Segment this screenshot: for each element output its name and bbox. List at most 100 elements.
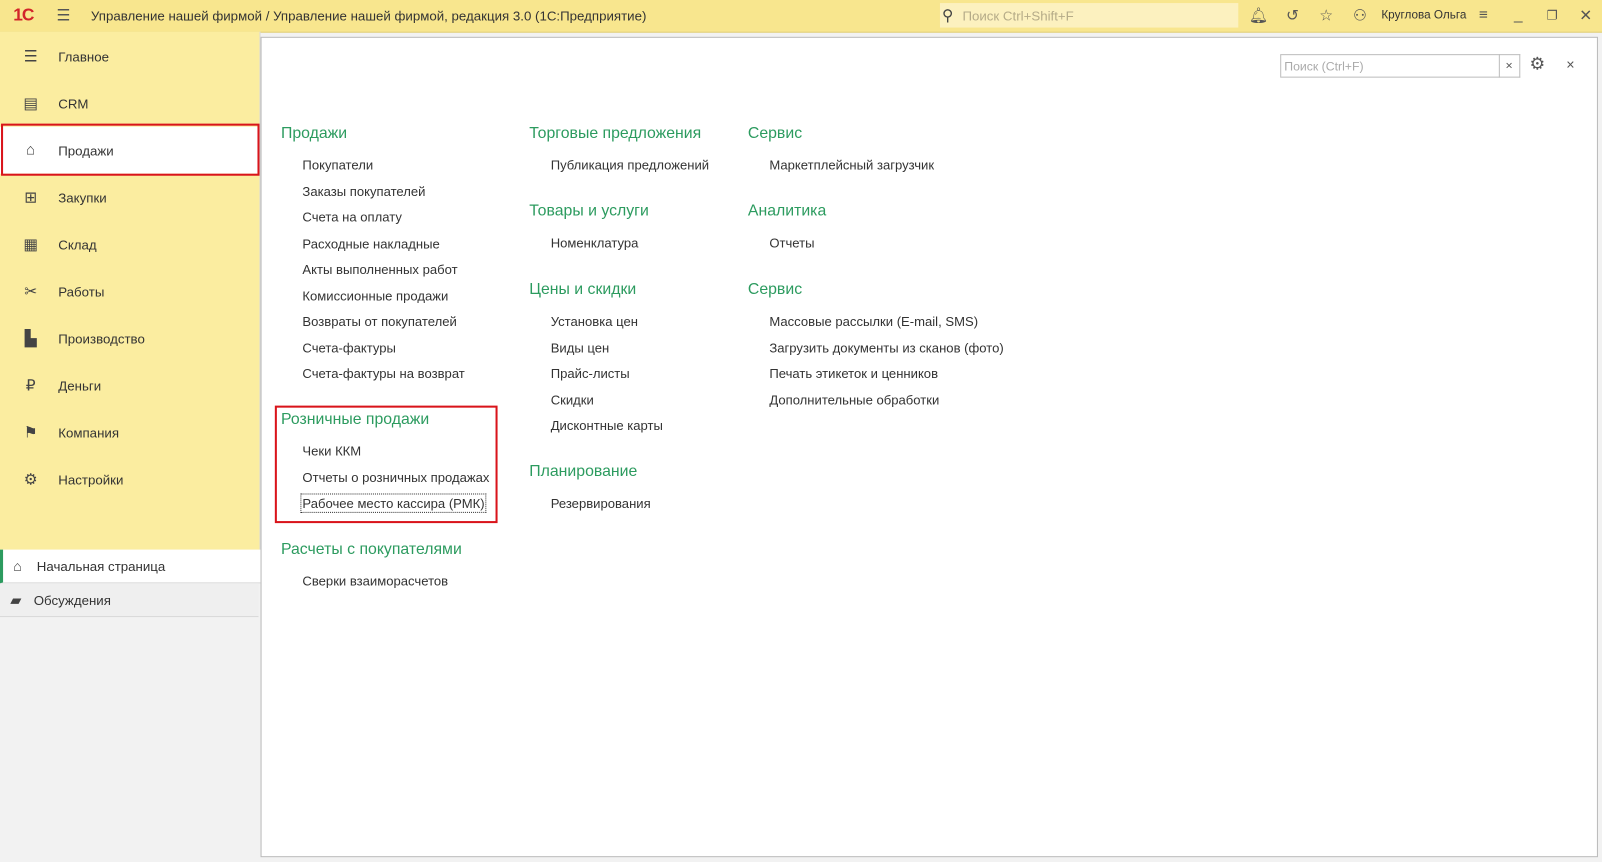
nav-label: Начальная страница	[36, 558, 166, 575]
highlight-frame-sales	[1, 123, 260, 176]
group-link[interactable]: Массовые рассылки (E-mail, SMS)	[748, 309, 1005, 335]
search-icon: ⚲	[942, 7, 954, 25]
group-link[interactable]: Заказы покупателей	[281, 178, 466, 204]
window-title: Управление нашей фирмой / Управление наш…	[90, 8, 647, 24]
group-link-label: Дополнительные обработки	[769, 391, 940, 408]
group-link[interactable]: Прайс-листы	[529, 361, 664, 387]
group-link[interactable]: Печать этикеток и ценников	[748, 361, 1005, 387]
crm-icon: ▤	[23, 95, 38, 113]
group-link-label: Номенклатура	[550, 234, 639, 251]
group-link[interactable]: Загрузить документы из сканов (фото)	[748, 335, 1005, 361]
group-link-label: Покупатели	[302, 157, 374, 173]
star-icon[interactable]: ☆	[1315, 6, 1337, 24]
group-link[interactable]: Счета-фактуры	[281, 335, 466, 361]
1c-logo[interactable]: 1С	[13, 5, 34, 25]
global-search-placeholder: Поиск Ctrl+Shift+F	[962, 8, 1074, 24]
nav-home[interactable]: ⌂ Начальная страница	[0, 549, 262, 584]
sidebar-item-crm[interactable]: ▤ CRM	[0, 80, 260, 127]
clear-search-button[interactable]: ×	[1498, 54, 1521, 78]
group-link[interactable]: Счета-фактуры на возврат	[281, 361, 466, 387]
highlight-frame-retail	[274, 405, 498, 524]
group-title: Торговые предложения	[529, 124, 702, 143]
group-link-label: Расходные накладные	[302, 235, 440, 251]
money-icon: ₽	[25, 377, 36, 395]
company-icon: ⚑	[23, 424, 38, 442]
restore-icon[interactable]: ❐	[1541, 8, 1563, 22]
history-icon[interactable]: ↺	[1281, 6, 1303, 24]
group-6: Планирование Резервирования	[529, 463, 651, 517]
sidebar-item-company[interactable]: ⚑ Компания	[0, 409, 260, 456]
sidebar-item-label: Работы	[58, 284, 105, 300]
sidebar-item-main[interactable]: ☰ Главное	[0, 33, 260, 80]
group-link-label: Акты выполненных работ	[302, 261, 458, 277]
group-4: Товары и услуги Номенклатура	[529, 202, 649, 256]
group-link[interactable]: Расходные накладные	[281, 230, 466, 256]
global-search-input[interactable]: ⚲ Поиск Ctrl+Shift+F	[939, 3, 1239, 28]
discussions-icon: ▰	[10, 591, 22, 608]
group-link[interactable]: Резервирования	[529, 490, 651, 516]
group-link[interactable]: Комиссионные продажи	[281, 283, 466, 309]
sidebar-item-label: CRM	[58, 96, 89, 112]
group-link-label: Маркетплейсный загрузчик	[769, 157, 935, 173]
group-link-label: Возвраты от покупателей	[302, 313, 457, 329]
sidebar-item-purchases[interactable]: ⊞ Закупки	[0, 174, 260, 221]
group-link-label: Массовые рассылки (E-mail, SMS)	[769, 313, 979, 329]
sidebar-item-label: Компания	[58, 425, 120, 441]
group-0: Продажи Покупатели Заказы покупателей Счета…	[281, 125, 466, 387]
group-link-label: Дисконтные карты	[550, 417, 663, 434]
group-link[interactable]: Номенклатура	[529, 230, 649, 256]
group-link[interactable]: Маркетплейсный загрузчик	[748, 152, 935, 178]
group-title: Сервис	[747, 280, 803, 299]
group-8: Аналитика Отчеты	[748, 202, 826, 256]
group-link[interactable]: Виды цен	[529, 335, 664, 361]
group-title: Расчеты с покупателями	[280, 540, 462, 558]
sidebar-item-label: Закупки	[58, 190, 107, 206]
group-link-label: Сверки взаиморасчетов	[302, 573, 449, 589]
group-link[interactable]: Скидки	[529, 387, 664, 413]
group-link[interactable]: Дополнительные обработки	[748, 387, 1005, 413]
sidebar-item-works[interactable]: ✂ Работы	[0, 268, 260, 315]
group-link-label: Виды цен	[550, 339, 610, 356]
group-title: Товары и услуги	[529, 202, 649, 220]
group-link-label: Загрузить документы из сканов (фото)	[769, 339, 1004, 356]
gear-icon[interactable]: ⚙	[1529, 54, 1545, 74]
sidebar-item-settings[interactable]: ⚙ Настройки	[0, 456, 260, 503]
group-link[interactable]: Дисконтные карты	[529, 413, 664, 439]
sidebar-item-label: Главное	[58, 49, 109, 65]
group-link[interactable]: Счета на оплату	[281, 204, 466, 230]
close-panel-button[interactable]: ×	[1566, 56, 1574, 72]
bell-icon[interactable]: 🔔︎	[1247, 6, 1269, 24]
sidebar-item-label: Настройки	[58, 472, 124, 488]
main-menu-icon[interactable]: ≡	[1472, 6, 1494, 23]
group-link[interactable]: Покупатели	[281, 152, 466, 178]
group-link-label: Установка цен	[550, 313, 638, 329]
settings-icon: ⚙	[23, 471, 38, 489]
sidebar-item-money[interactable]: ₽ Деньги	[0, 362, 260, 409]
group-link[interactable]: Акты выполненных работ	[281, 256, 466, 282]
nav-discussions[interactable]: ▰ Обсуждения	[0, 583, 259, 618]
minimize-icon[interactable]: _	[1507, 6, 1529, 23]
group-link-label: Печать этикеток и ценников	[769, 365, 939, 382]
sidebar-item-label: Деньги	[58, 378, 102, 394]
nav-label: Обсуждения	[33, 592, 111, 608]
group-9: Сервис Массовые рассылки (E-mail, SMS) Заг…	[748, 281, 1005, 413]
group-title: Сервис	[747, 124, 803, 143]
group-link[interactable]: Публикация предложений	[529, 152, 710, 178]
sidebar-item-production[interactable]: ▙ Производство	[0, 315, 260, 362]
group-link-label: Публикация предложений	[550, 157, 710, 173]
main-icon: ☰	[23, 48, 38, 66]
group-link[interactable]: Сверки взаиморасчетов	[281, 568, 462, 594]
user-name[interactable]: Круглова Ольга	[1381, 9, 1466, 21]
group-link[interactable]: Отчеты	[748, 230, 826, 256]
group-7: Сервис Маркетплейсный загрузчик	[748, 125, 935, 179]
hamburger-menu-icon[interactable]: ☰	[52, 6, 74, 24]
group-link[interactable]: Установка цен	[529, 309, 664, 335]
group-link[interactable]: Возвраты от покупателей	[281, 309, 466, 335]
user-icon[interactable]: ⚇	[1349, 6, 1371, 24]
section-search-input[interactable]: Поиск (Ctrl+F)	[1280, 54, 1500, 78]
group-link-label: Прайс-листы	[550, 365, 630, 382]
close-window-icon[interactable]: ✕	[1574, 6, 1596, 24]
section-search-placeholder: Поиск (Ctrl+F)	[1284, 59, 1364, 74]
production-icon: ▙	[24, 330, 37, 348]
sidebar-item-warehouse[interactable]: ▦ Склад	[0, 221, 260, 268]
